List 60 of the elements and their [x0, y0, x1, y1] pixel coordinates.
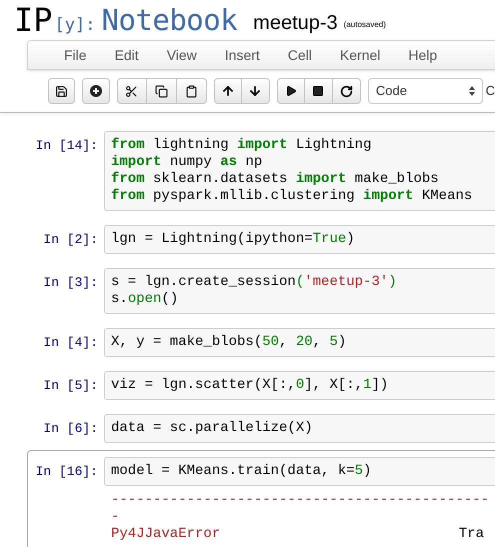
- notebook-cell[interactable]: In [6]: data = sc.parallelize(X): [27, 407, 495, 450]
- selected-cell[interactable]: In [16]: model = KMeans.train(data, k=5) --------------------------------------------- - Py4JJavaError Tra: [27, 450, 495, 547]
- code-input[interactable]: s = lgn.create_session('meetup-3') s.open(): [104, 268, 495, 314]
- logo-ip: IP: [14, 2, 53, 38]
- menu-item[interactable]: Cell: [288, 44, 312, 66]
- notebook-name[interactable]: meetup-3: [253, 8, 338, 38]
- restart-icon: [340, 84, 353, 98]
- code-input[interactable]: viz = lgn.scatter(X[:,0], X[:,1]): [104, 371, 495, 400]
- input-prompt: In [16]:: [34, 463, 99, 481]
- menu-item[interactable]: Insert: [224, 44, 260, 66]
- copy-icon: [154, 84, 168, 98]
- insert-cell-button[interactable]: [82, 78, 110, 104]
- save-button[interactable]: [48, 78, 76, 104]
- code-input[interactable]: data = sc.parallelize(X): [104, 414, 495, 443]
- notebook-cell[interactable]: In [5]: viz = lgn.scatter(X[:,0], X[:,1]): [27, 364, 495, 407]
- select-arrows-icon: [468, 86, 475, 96]
- notebook-cell[interactable]: In [3]: s = lgn.create_session('meetup-3') s.open(): [27, 261, 495, 321]
- logo-brackets: [y]:: [54, 14, 96, 37]
- code-input[interactable]: X, y = make_blobs(50, 20, 5): [104, 328, 495, 357]
- move-up-button[interactable]: [214, 78, 242, 104]
- scissors-icon: [125, 84, 138, 98]
- cut-button[interactable]: [116, 78, 147, 104]
- arrow-up-icon: [220, 84, 235, 98]
- paste-icon: [184, 84, 198, 98]
- input-prompt: In [5]:: [42, 377, 99, 395]
- traceback-label: Tra: [458, 526, 484, 543]
- code-input[interactable]: model = KMeans.train(data, k=5): [104, 457, 495, 486]
- error-rule: ---------------------------------------------: [111, 492, 490, 509]
- copy-button[interactable]: [146, 78, 177, 104]
- save-status: (autosaved): [344, 19, 386, 31]
- notebook-cell[interactable]: In [14]: from lightning import Lightning import numpy as np from sklearn.datasets import make_blobs from pyspark.mllib.clustering import KMeans: [27, 124, 495, 218]
- run-button[interactable]: [276, 78, 305, 104]
- menu-item[interactable]: Help: [408, 44, 438, 66]
- error-rule: -: [111, 509, 120, 526]
- stop-button[interactable]: [304, 78, 333, 104]
- input-prompt: In [6]:: [42, 420, 99, 438]
- menu-item[interactable]: File: [64, 44, 87, 66]
- menu-item[interactable]: Edit: [114, 44, 139, 66]
- plus-circle-icon: [90, 85, 102, 97]
- input-prompt: In [4]:: [42, 334, 99, 352]
- restart-button[interactable]: [332, 78, 361, 104]
- logo-notebook: Notebook: [101, 2, 238, 38]
- input-prompt: In [2]:: [42, 231, 99, 249]
- paste-button[interactable]: [176, 78, 207, 104]
- error-name: Py4JJavaError: [111, 526, 220, 543]
- notebook-cell[interactable]: In [4]: X, y = make_blobs(50, 20, 5): [27, 321, 495, 364]
- menu-item[interactable]: Kernel: [340, 44, 380, 66]
- arrow-down-icon: [248, 84, 262, 98]
- toolbar-label: C: [486, 82, 495, 100]
- move-down-button[interactable]: [242, 78, 270, 104]
- save-icon: [55, 84, 68, 98]
- input-prompt: In [14]:: [34, 137, 99, 155]
- cell-type-select[interactable]: Code: [368, 78, 483, 104]
- input-prompt: In [3]:: [42, 274, 99, 292]
- stop-icon: [312, 85, 324, 97]
- play-icon: [284, 85, 297, 97]
- code-input[interactable]: lgn = Lightning(ipython=True): [104, 225, 495, 254]
- menu-item[interactable]: View: [166, 44, 197, 66]
- notebook-cell[interactable]: In [2]: lgn = Lightning(ipython=True): [27, 218, 495, 261]
- code-input[interactable]: from lightning import Lightning import numpy as np from sklearn.datasets import make_blobs from pyspark.mllib.clustering import KMeans: [104, 131, 495, 211]
